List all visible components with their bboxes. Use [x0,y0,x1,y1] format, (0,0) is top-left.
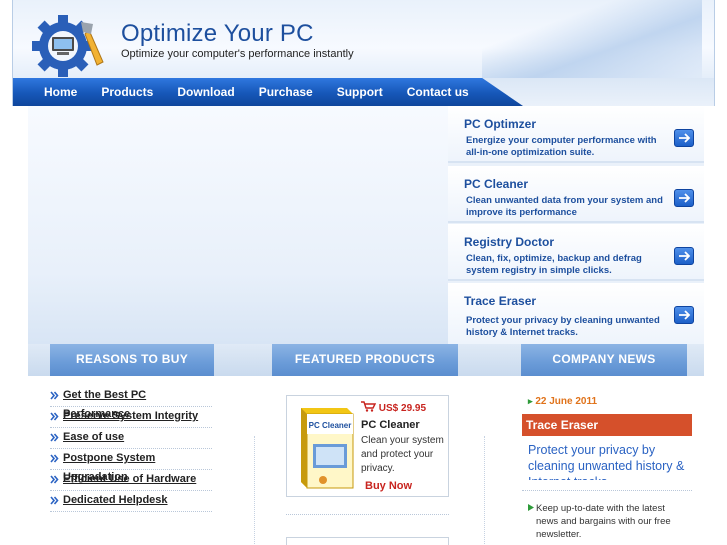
column-divider [484,436,485,545]
promo-trace-eraser[interactable]: Trace Eraser Protect your privacy by cle… [448,283,704,344]
product-price-row: US$ 29.95 [361,401,426,414]
header-swoosh [482,0,702,80]
header: Optimize Your PC Optimize your computer'… [12,0,715,80]
arrow-right-icon[interactable] [674,306,694,324]
featured-product-card-2[interactable] [286,537,449,545]
shopping-cart-icon [361,401,377,412]
promo-desc: Clean, fix, optimize, backup and defrag … [466,253,642,276]
promo-title[interactable]: PC Optimzer [464,117,536,131]
newsletter-label: Keep up-to-date with the latest news and… [536,503,671,540]
news-title[interactable]: Trace Eraser [522,414,692,436]
newsletter-text: Keep up-to-date with the latest news and… [528,502,688,541]
promo-title[interactable]: Trace Eraser [464,294,536,308]
brand-title: Optimize Your PC [121,20,314,47]
reason-link[interactable]: Efficient Use of Hardware [63,473,196,485]
column-divider [254,436,255,545]
news-date-text: 22 June 2011 [535,396,598,407]
nav-products[interactable]: Products [101,85,153,99]
list-item[interactable]: Get the Best PC Performance [50,386,212,420]
product-name[interactable]: PC Cleaner [361,419,420,431]
news-date: ▸ 22 June 2011 [528,396,597,407]
promo-title[interactable]: Registry Doctor [464,235,554,249]
reason-link[interactable]: Dedicated Helpdesk [63,494,168,506]
brand-subtitle: Optimize your computer's performance ins… [121,48,354,60]
arrow-right-icon[interactable] [674,129,694,147]
promo-desc: Protect your privacy by cleaning unwante… [466,315,660,338]
list-item[interactable]: Dedicated Helpdesk [50,491,212,512]
list-item[interactable]: Efficient Use of Hardware [50,470,212,491]
list-item[interactable]: Postpone System Upgradation [50,449,212,483]
product-box-icon[interactable]: PC Cleaner [293,404,355,492]
nav-download[interactable]: Download [177,85,234,99]
reason-link[interactable]: Ease of use [63,431,124,443]
double-chevron-icon [50,496,59,505]
gear-logo-icon[interactable] [31,10,109,78]
featured-product-card[interactable]: PC Cleaner US$ 29.95 PC Cleaner Clean yo… [286,395,449,497]
news-divider [522,490,692,491]
promo-desc: Energize your computer performance with … [466,135,657,158]
featured-heading: FEATURED PRODUCTS [272,344,458,376]
list-item[interactable]: Ease of use [50,428,212,449]
nav-contact-us[interactable]: Contact us [407,85,469,99]
news-heading: COMPANY NEWS [521,344,687,376]
promo-registry-doctor[interactable]: Registry Doctor Clean, fix, optimize, ba… [448,224,704,281]
arrow-icon: ▸ [528,396,533,406]
reason-link[interactable]: Preserve System Integrity [63,410,198,422]
double-chevron-icon [50,475,59,484]
nav-home[interactable]: Home [44,85,77,99]
product-box-label: PC Cleaner [309,421,352,430]
section-header-bar: REASONS TO BUY FEATURED PRODUCTS COMPANY… [28,344,704,376]
promo-title[interactable]: PC Cleaner [464,177,528,191]
arrow-right-icon[interactable] [674,189,694,207]
news-body[interactable]: Protect your privacy by cleaning unwante… [528,442,690,480]
double-chevron-icon [50,454,59,463]
double-chevron-icon [50,391,59,400]
nav-support[interactable]: Support [337,85,383,99]
arrow-right-icon [528,504,534,511]
main-nav: Home Products Download Purchase Support … [12,78,715,106]
promo-pc-cleaner[interactable]: PC Cleaner Clean unwanted data from your… [448,166,704,223]
nav-purchase[interactable]: Purchase [259,85,313,99]
double-chevron-icon [50,412,59,421]
reasons-heading: REASONS TO BUY [50,344,214,376]
product-divider [286,514,449,515]
arrow-right-icon[interactable] [674,247,694,265]
promo-pc-optimizer[interactable]: PC Optimzer Energize your computer perfo… [448,106,704,163]
double-chevron-icon [50,433,59,442]
buy-now-button[interactable]: Buy Now [365,480,412,492]
reasons-list: Get the Best PC Performance Preserve Sys… [50,386,212,512]
hero-banner [28,106,448,344]
promo-desc: Clean unwanted data from your system and… [466,195,663,218]
promo-panel: PC Optimzer Energize your computer perfo… [448,106,704,344]
product-price: US$ 29.95 [378,403,427,414]
list-item[interactable]: Preserve System Integrity [50,407,212,428]
product-desc: Clean your system and protect your priva… [361,435,444,474]
